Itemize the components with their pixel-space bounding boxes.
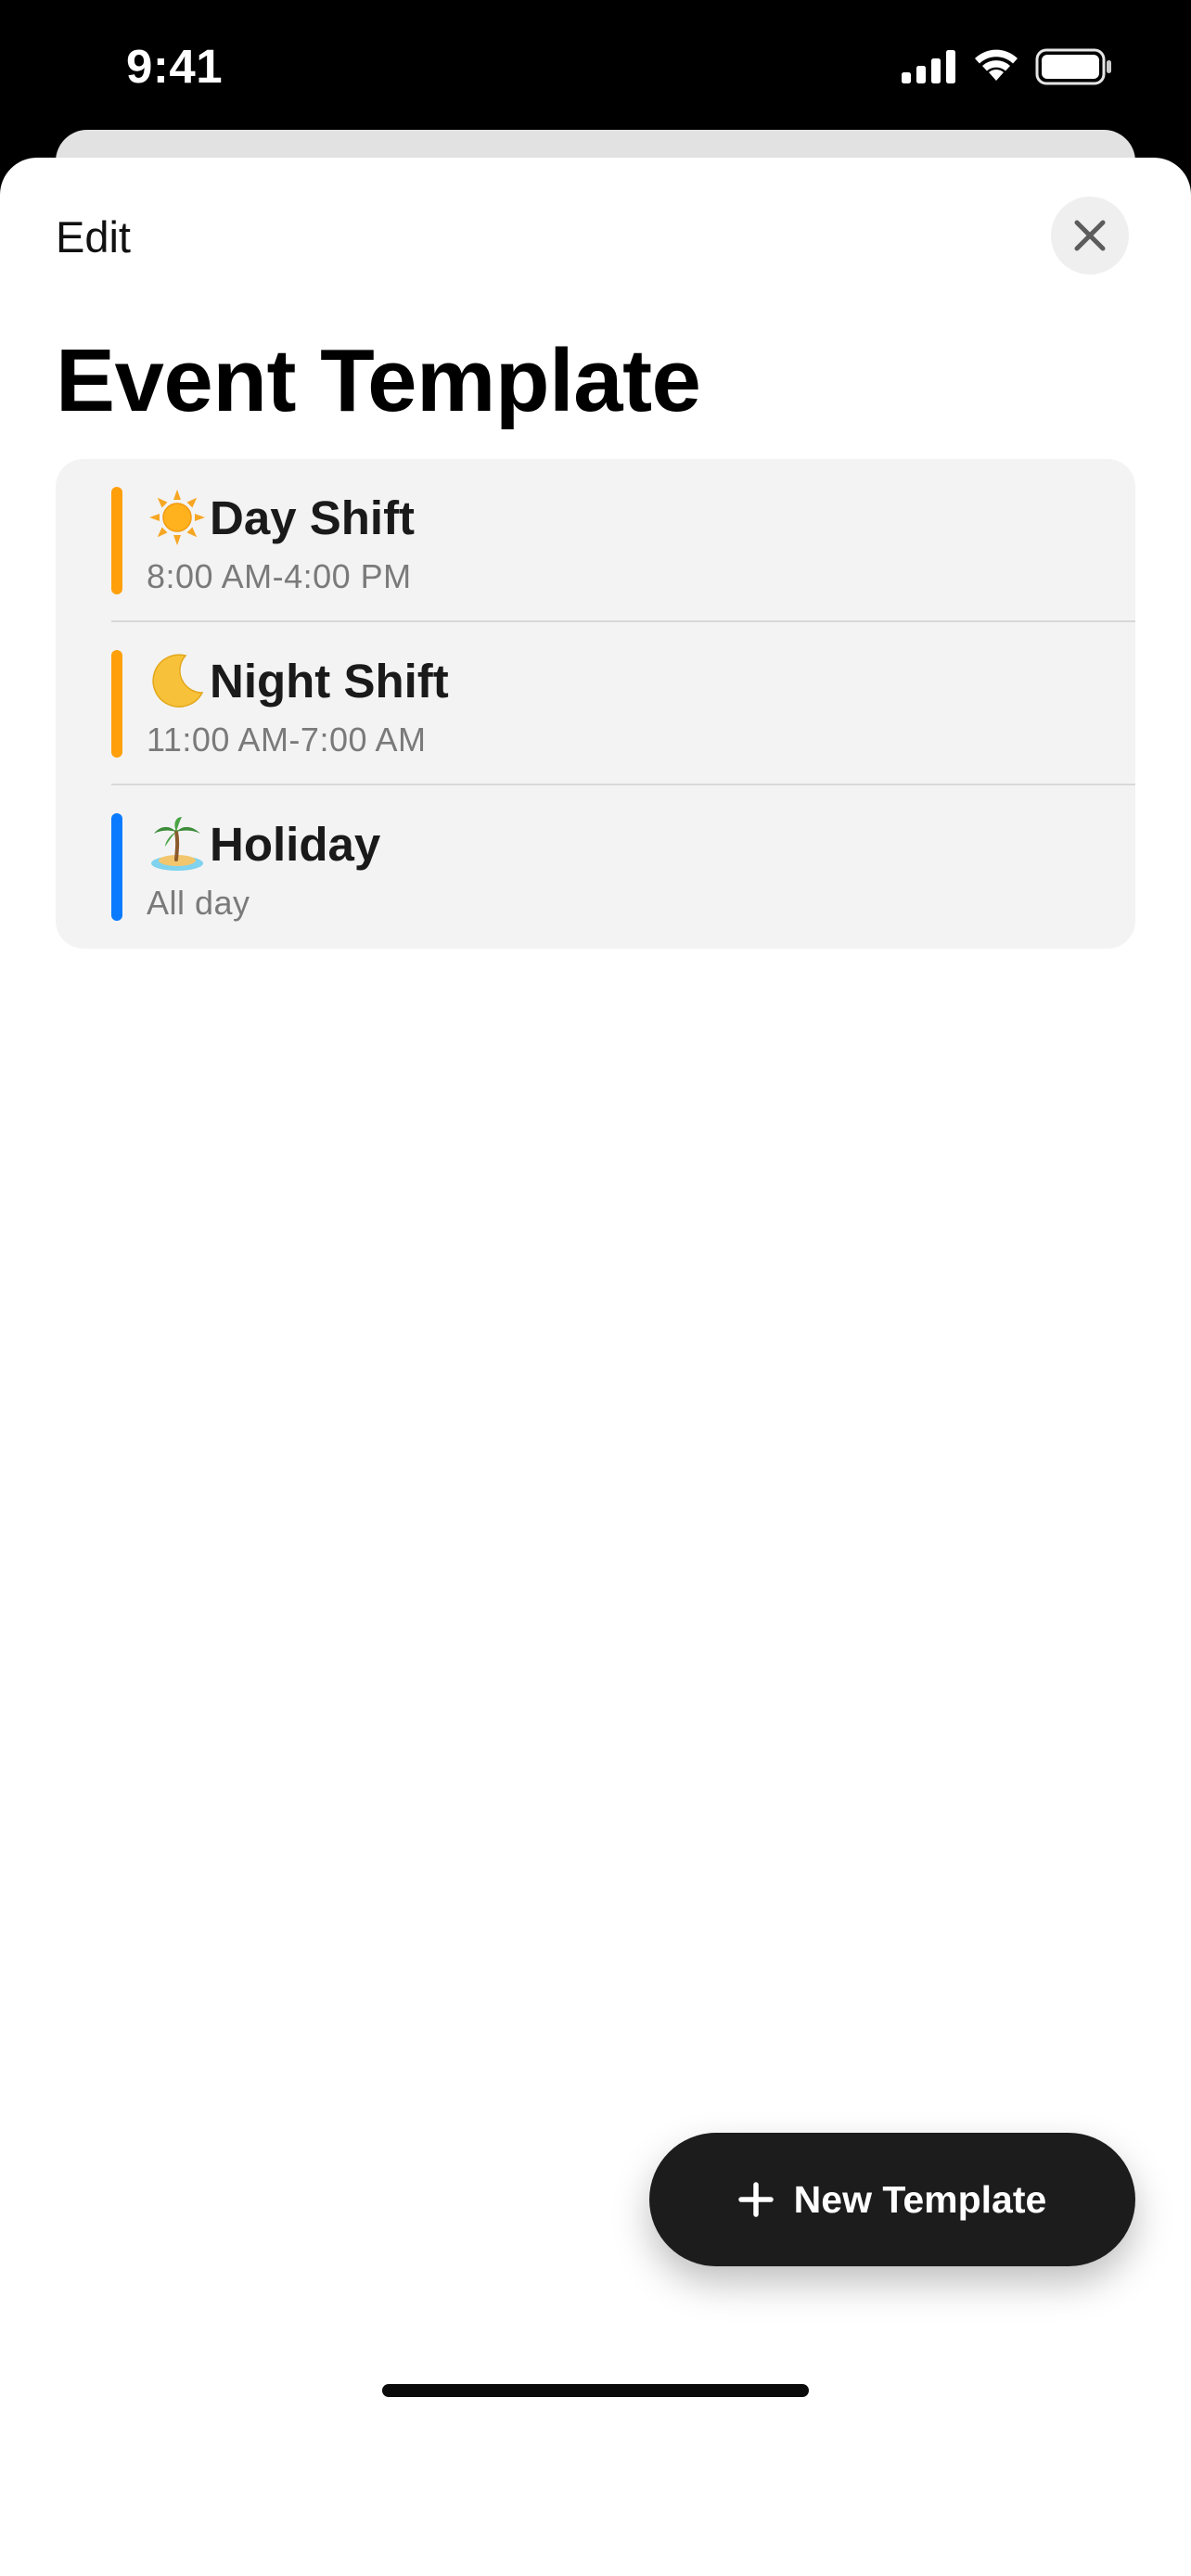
home-indicator[interactable] (382, 2384, 809, 2397)
close-icon (1074, 220, 1106, 251)
template-title-line: Night Shift (147, 648, 449, 713)
template-color-bar (111, 487, 122, 594)
template-color-bar (111, 650, 122, 758)
battery-icon (1035, 48, 1111, 85)
template-title: Day Shift (210, 491, 416, 544)
template-color-bar (111, 813, 122, 921)
palm-island-icon (147, 813, 208, 874)
close-button[interactable] (1051, 197, 1129, 274)
template-title-line: Day Shift (147, 485, 415, 550)
template-time: 11:00 AM-7:00 AM (147, 721, 427, 759)
template-row-holiday[interactable]: Holiday All day (56, 785, 1135, 949)
template-time: All day (147, 884, 250, 922)
new-template-button[interactable]: New Template (649, 2133, 1135, 2266)
template-title-line: Holiday (147, 811, 380, 876)
template-list: Day Shift 8:00 AM-4:00 PM Night Shift 11… (56, 459, 1135, 949)
moon-icon (147, 650, 208, 711)
page-title: Event Template (56, 331, 701, 430)
template-row-night-shift[interactable]: Night Shift 11:00 AM-7:00 AM (56, 622, 1135, 785)
wifi-icon (975, 49, 1018, 81)
sun-icon (147, 487, 208, 548)
edit-button[interactable]: Edit (56, 211, 131, 262)
template-title: Night Shift (210, 654, 449, 708)
status-time: 9:41 (126, 40, 224, 93)
template-time: 8:00 AM-4:00 PM (147, 557, 412, 595)
plus-icon (737, 2182, 774, 2217)
new-template-label: New Template (793, 2177, 1047, 2221)
template-row-day-shift[interactable]: Day Shift 8:00 AM-4:00 PM (56, 459, 1135, 622)
signal-icon (902, 50, 955, 83)
status-bar: 9:41 (0, 0, 1191, 139)
template-title: Holiday (210, 817, 381, 871)
status-icons (902, 48, 1113, 85)
